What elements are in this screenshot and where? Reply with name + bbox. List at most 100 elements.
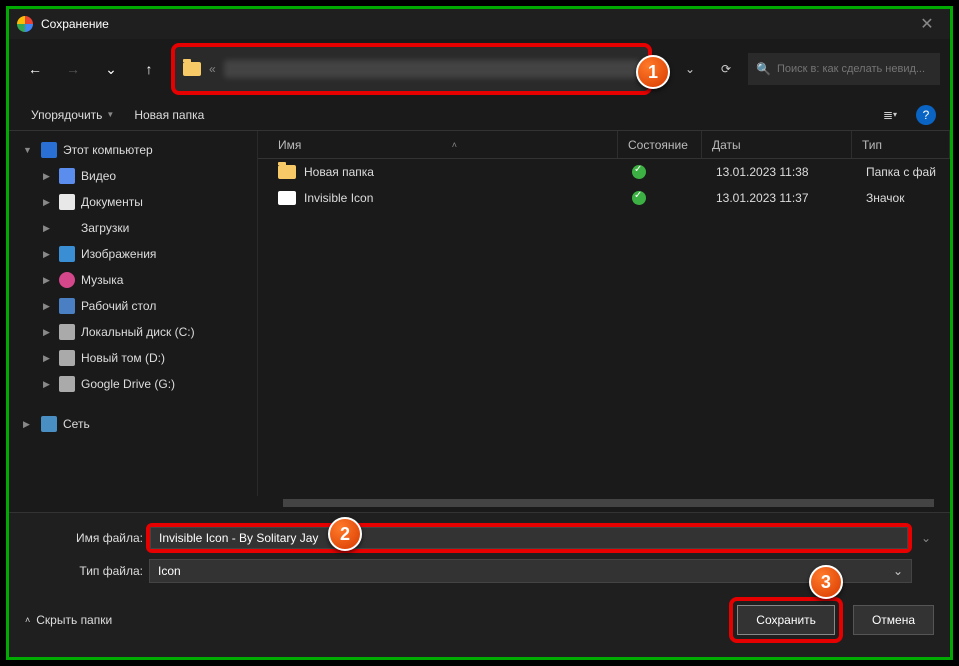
back-button[interactable]: ← — [19, 53, 51, 85]
folder-icon — [278, 165, 296, 179]
synced-icon — [632, 191, 646, 205]
chevron-up-icon: ˄ — [25, 615, 30, 625]
cancel-button[interactable]: Отмена — [853, 605, 934, 635]
file-type: Значок — [856, 191, 950, 205]
pc-icon — [41, 142, 57, 158]
col-state[interactable]: Состояние — [618, 131, 702, 158]
annotation-marker-1: 1 — [636, 55, 670, 89]
drive-icon — [59, 350, 75, 366]
annotation-marker-3: 3 — [809, 565, 843, 599]
chevron-right-icon: ▶ — [43, 197, 53, 208]
sidebar-item-label: Загрузки — [81, 221, 129, 235]
address-dropdown[interactable]: ⌄ — [676, 53, 704, 85]
network-icon — [41, 416, 57, 432]
filename-dropdown-icon[interactable]: ⌄ — [918, 531, 934, 545]
filename-input[interactable] — [150, 527, 908, 549]
chevron-right-icon: ▶ — [43, 327, 53, 338]
filetype-row: Тип файла: Icon ⌄ — [25, 559, 934, 583]
blank-icon — [278, 191, 296, 205]
chevron-right-icon: ▶ — [43, 301, 53, 312]
filetype-value: Icon — [158, 564, 181, 578]
chevron-right-icon: ▶ — [43, 353, 53, 364]
drive-icon — [59, 376, 75, 392]
view-options-button[interactable]: ≣ ▾ — [876, 103, 904, 127]
chevron-down-icon: ⌄ — [893, 564, 903, 578]
search-box[interactable]: 🔍 — [748, 53, 940, 85]
file-row[interactable]: Invisible Icon13.01.2023 11:37Значок — [258, 185, 950, 211]
sidebar-item[interactable]: ▶ Загрузки — [9, 215, 257, 241]
file-date: 13.01.2023 11:37 — [706, 191, 856, 205]
file-list: Новая папка 13.01.2023 11:38Папка с фай In… — [258, 159, 950, 211]
filetype-combo[interactable]: Icon ⌄ — [149, 559, 912, 583]
doc-icon — [59, 194, 75, 210]
chevron-right-icon: ▶ — [43, 275, 53, 286]
horizontal-scrollbar[interactable] — [269, 496, 948, 510]
address-bar[interactable]: « 1 — [171, 43, 652, 95]
address-path-redacted — [224, 60, 640, 78]
button-row: ˄ Скрыть папки Сохранить 3 Отмена — [25, 589, 934, 653]
sidebar-item[interactable]: ▶ Документы — [9, 189, 257, 215]
file-date: 13.01.2023 11:38 — [706, 165, 856, 179]
col-date[interactable]: Даты — [702, 131, 852, 158]
synced-icon — [632, 165, 646, 179]
file-state — [622, 191, 706, 205]
sidebar-item[interactable]: ▶ Google Drive (G:) — [9, 371, 257, 397]
file-name: Новая папка — [304, 165, 622, 179]
filename-label: Имя файла: — [25, 531, 143, 545]
chevron-right-icon: ▶ — [23, 419, 35, 430]
img-icon — [59, 246, 75, 262]
file-pane: Имя˄ Состояние Даты Тип Новая папка 13.01… — [257, 131, 950, 496]
sidebar-item[interactable]: ▶ Изображения — [9, 241, 257, 267]
window-title: Сохранение — [41, 17, 904, 31]
sidebar: ▼ Этот компьютер ▶ Видео ▶ Документы ▶ Загруз… — [9, 131, 257, 496]
help-button[interactable]: ? — [916, 105, 936, 125]
chevron-right-icon: ▶ — [43, 379, 53, 390]
organize-button[interactable]: Упорядочить▼ — [23, 104, 122, 126]
sidebar-item-label: Google Drive (G:) — [81, 377, 175, 391]
titlebar: Сохранение ✕ — [9, 9, 950, 39]
sidebar-item-label: Рабочий стол — [81, 299, 156, 313]
sidebar-item-label: Локальный диск (C:) — [81, 325, 195, 339]
recent-button[interactable]: ⌄ — [95, 53, 127, 85]
up-button[interactable]: ↑ — [133, 53, 165, 85]
col-name[interactable]: Имя˄ — [258, 131, 618, 158]
dl-icon — [59, 220, 75, 236]
refresh-button[interactable]: ⟳ — [710, 53, 742, 85]
sidebar-item[interactable]: ▶ Рабочий стол — [9, 293, 257, 319]
sidebar-item-label: Изображения — [81, 247, 156, 261]
sort-indicator-icon: ˄ — [452, 140, 457, 150]
sidebar-item-label: Документы — [81, 195, 143, 209]
save-dialog: Сохранение ✕ ← → ⌄ ↑ « 1 ⌄ ⟳ 🔍 Упорядочи… — [6, 6, 953, 660]
desk-icon — [59, 298, 75, 314]
sidebar-item[interactable]: ▶ Музыка — [9, 267, 257, 293]
sidebar-item-label: Музыка — [81, 273, 123, 287]
toolbar: Упорядочить▼ Новая папка ≣ ▾ ? — [9, 99, 950, 131]
sidebar-item[interactable]: ▶ Видео — [9, 163, 257, 189]
close-button[interactable]: ✕ — [904, 9, 950, 39]
chevron-right-icon: ▶ — [43, 223, 53, 234]
sidebar-item-label: Видео — [81, 169, 116, 183]
sidebar-network[interactable]: ▶ Сеть — [9, 411, 257, 437]
sidebar-item-label: Новый том (D:) — [81, 351, 165, 365]
drive-icon — [59, 324, 75, 340]
folder-icon — [183, 62, 201, 76]
file-state — [622, 165, 706, 179]
forward-button[interactable]: → — [57, 53, 89, 85]
file-type: Папка с фай — [856, 165, 950, 179]
search-input[interactable] — [777, 63, 932, 75]
nav-row: ← → ⌄ ↑ « 1 ⌄ ⟳ 🔍 — [9, 39, 950, 99]
sidebar-item[interactable]: ▶ Новый том (D:) — [9, 345, 257, 371]
sidebar-item[interactable]: ▶ Локальный диск (C:) — [9, 319, 257, 345]
chevron-right-icon: ▶ — [43, 171, 53, 182]
annotation-marker-2: 2 — [328, 517, 362, 551]
hide-folders-button[interactable]: ˄ Скрыть папки — [25, 613, 112, 627]
file-row[interactable]: Новая папка 13.01.2023 11:38Папка с фай — [258, 159, 950, 185]
sidebar-this-pc[interactable]: ▼ Этот компьютер — [9, 137, 257, 163]
filetype-label: Тип файла: — [25, 564, 143, 578]
new-folder-button[interactable]: Новая папка — [126, 104, 212, 126]
col-type[interactable]: Тип — [852, 131, 950, 158]
chevron-right-icon: ▶ — [43, 249, 53, 260]
filename-row: Имя файла: ⌄ 2 — [25, 523, 934, 553]
save-button[interactable]: Сохранить — [737, 605, 835, 635]
sidebar-network-label: Сеть — [63, 417, 90, 431]
